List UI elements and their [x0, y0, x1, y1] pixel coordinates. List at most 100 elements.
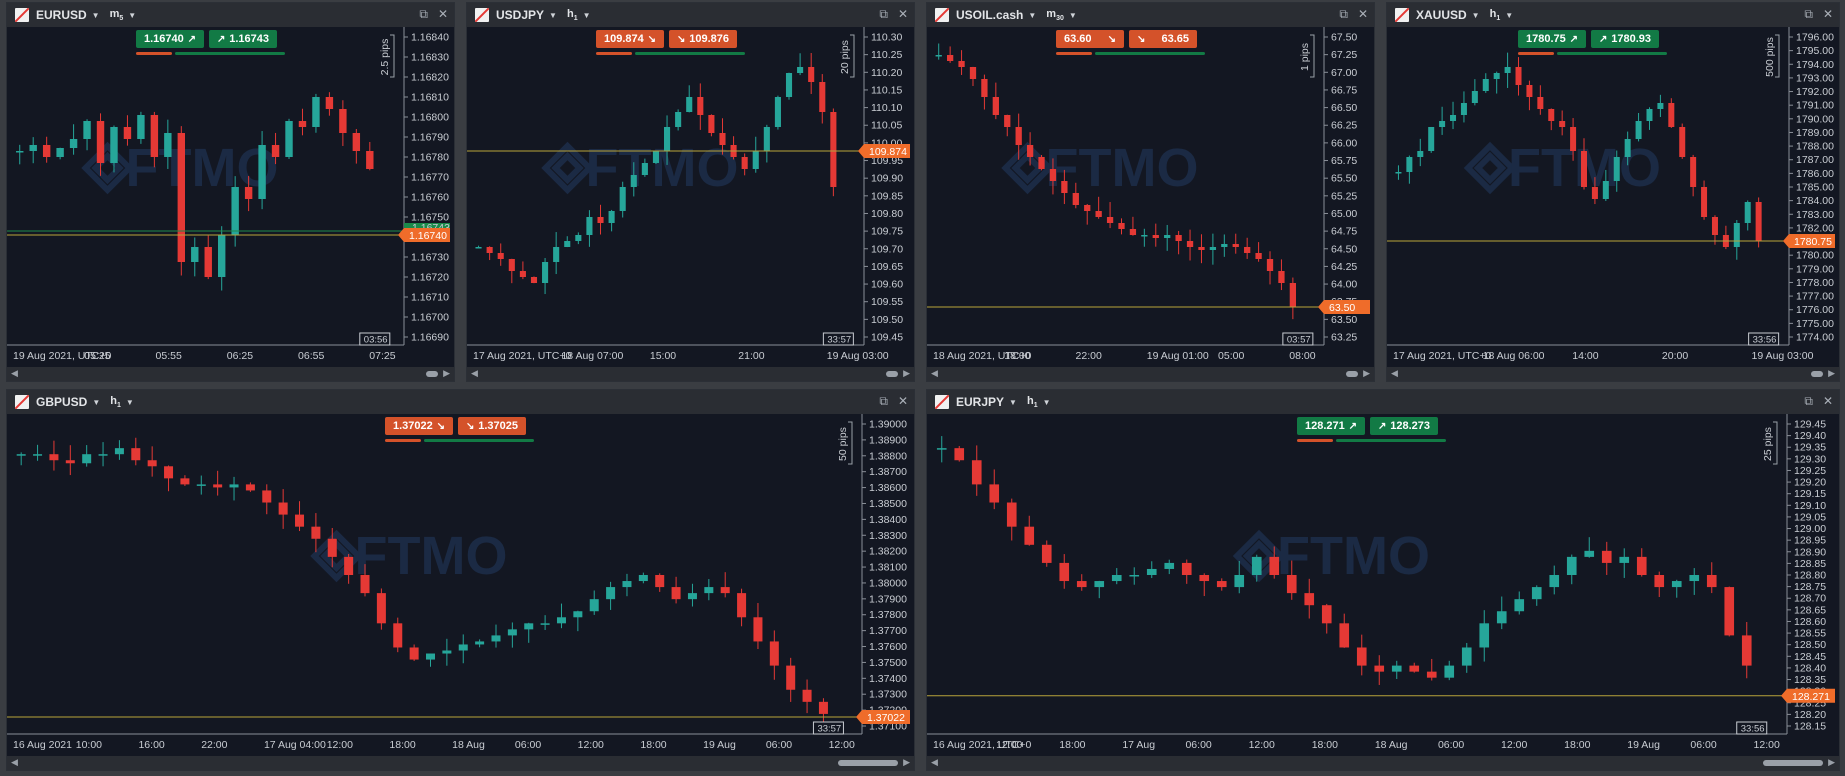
buy-button[interactable]: ↘ 1.37025	[458, 417, 526, 435]
sell-button[interactable]: 63.60 ↘	[1056, 30, 1124, 48]
symbol-selector[interactable]: EURJPY	[956, 395, 1004, 409]
detach-icon[interactable]: ⧉	[879, 394, 888, 409]
chart-panel-xauusd[interactable]: XAUUSD ▼ h1 ▼ ⧉ ✕ FTMO 1796.00 1795.00 1794.00 179…	[1386, 2, 1840, 382]
sell-button[interactable]: 1.37022 ↘	[385, 417, 453, 435]
symbol-selector[interactable]: USDJPY	[496, 8, 544, 22]
symbol-dropdown-icon[interactable]: ▼	[1472, 11, 1480, 20]
symbol-selector[interactable]: USOIL.cash	[956, 8, 1023, 22]
buy-button[interactable]: ↗ 128.273	[1370, 417, 1438, 435]
symbol-selector[interactable]: GBPUSD	[36, 395, 87, 409]
candlestick-chart[interactable]: FTMO1796.001795.001794.001793.001792.001…	[1387, 27, 1839, 367]
symbol-selector[interactable]: XAUUSD	[1416, 8, 1467, 22]
scroll-left-icon[interactable]: ◀	[11, 757, 18, 768]
price-axis-label: 1.16710	[411, 292, 449, 304]
scroll-right-icon[interactable]: ▶	[1828, 757, 1835, 768]
buy-button[interactable]: ↘ 63.65	[1129, 30, 1197, 48]
close-icon[interactable]: ✕	[898, 394, 908, 409]
sell-button[interactable]: 1.16740 ↗	[136, 30, 204, 48]
candle-body	[638, 575, 648, 582]
sell-button[interactable]: 128.271 ↗	[1297, 417, 1365, 435]
scroll-right-icon[interactable]: ▶	[1363, 368, 1370, 379]
chart-panel-eurjpy[interactable]: EURJPY ▼ h1 ▼ ⧉ ✕ FTMO 129.45 129.40 129.35 129.30…	[926, 389, 1840, 771]
close-icon[interactable]: ✕	[438, 7, 448, 22]
buy-button[interactable]: ↘ 109.876	[669, 30, 737, 48]
buy-volume-bar	[1557, 52, 1667, 55]
candlestick-chart[interactable]: FTMO 1.16840 1.16830 1.16820 1.16810 1.16800 1…	[7, 27, 454, 367]
scroll-thumb[interactable]	[1763, 760, 1823, 766]
timeframe-label: h	[1026, 394, 1034, 407]
horizontal-scrollbar[interactable]: ◀ ▶	[1387, 367, 1839, 381]
candle-body	[164, 133, 172, 157]
horizontal-scrollbar[interactable]: ◀ ▶	[7, 756, 914, 770]
timeframe-dropdown-icon[interactable]: ▼	[583, 11, 591, 20]
scroll-left-icon[interactable]: ◀	[11, 368, 18, 379]
close-icon[interactable]: ✕	[1358, 7, 1368, 22]
scroll-left-icon[interactable]: ◀	[1391, 368, 1398, 379]
horizontal-scrollbar[interactable]: ◀ ▶	[7, 367, 454, 381]
symbol-selector[interactable]: EURUSD	[36, 8, 87, 22]
candlestick-chart[interactable]: FTMO 129.45129.40129.35129.30129.25129.20…	[927, 414, 1839, 756]
symbol-dropdown-icon[interactable]: ▼	[1009, 398, 1017, 407]
scroll-thumb[interactable]	[1811, 371, 1823, 377]
scroll-left-icon[interactable]: ◀	[931, 757, 938, 768]
timeframe-dropdown-icon[interactable]: ▼	[1069, 11, 1077, 20]
buy-button[interactable]: ↗ 1780.93	[1591, 30, 1659, 48]
timeframe-selector[interactable]: h1	[1490, 8, 1501, 22]
close-icon[interactable]: ✕	[1823, 394, 1833, 409]
symbol-dropdown-icon[interactable]: ▼	[92, 398, 100, 407]
timeframe-label: h	[566, 7, 574, 20]
sell-button[interactable]: 1780.75 ↗	[1518, 30, 1586, 48]
scroll-right-icon[interactable]: ▶	[903, 757, 910, 768]
detach-icon[interactable]: ⧉	[1339, 7, 1348, 22]
chart-panel-usoil[interactable]: USOIL.cash ▼ m30 ▼ ⧉ ✕ FTMO 67.50 67.25 67.00 66.7…	[926, 2, 1375, 382]
buy-button[interactable]: ↗ 1.16743	[209, 30, 277, 48]
scroll-left-icon[interactable]: ◀	[471, 368, 478, 379]
candlestick-chart[interactable]: FTMO 1.39000 1.38900 1.38800 1.38700 1.38600 1…	[7, 414, 914, 756]
candle-body	[1679, 127, 1686, 157]
timeframe-selector[interactable]: m5	[110, 8, 124, 22]
horizontal-scrollbar[interactable]: ◀ ▶	[927, 756, 1839, 770]
timeframe-selector[interactable]: h1	[567, 8, 578, 22]
timeframe-dropdown-icon[interactable]: ▼	[126, 398, 134, 407]
candlestick-chart[interactable]: FTMO 110.30 110.25 110.20 110.15 110.10 110.05…	[467, 27, 914, 367]
chart-panel-eurusd[interactable]: EURUSD ▼ m5 ▼ ⧉ ✕ FTMO 1.16840 1.16830 1.16820 1.1…	[6, 2, 455, 382]
detach-icon[interactable]: ⧉	[419, 7, 428, 22]
scroll-thumb[interactable]	[1346, 371, 1358, 377]
sell-button[interactable]: 109.874 ↘	[596, 30, 664, 48]
scroll-left-icon[interactable]: ◀	[931, 368, 938, 379]
timeframe-dropdown-icon[interactable]: ▼	[128, 11, 136, 20]
scroll-thumb[interactable]	[426, 371, 438, 377]
timeframe-dropdown-icon[interactable]: ▼	[1505, 11, 1513, 20]
horizontal-scrollbar[interactable]: ◀ ▶	[927, 367, 1374, 381]
price-axis-label: 1784.00	[1796, 195, 1834, 207]
scroll-thumb[interactable]	[886, 371, 898, 377]
timeframe-selector[interactable]: h1	[110, 395, 121, 409]
candle-body	[697, 97, 704, 115]
timeframe-selector[interactable]: h1	[1027, 395, 1038, 409]
symbol-dropdown-icon[interactable]: ▼	[549, 11, 557, 20]
detach-icon[interactable]: ⧉	[1804, 7, 1813, 22]
timeframe-value: 1	[1496, 15, 1501, 23]
symbol-dropdown-icon[interactable]: ▼	[92, 11, 100, 20]
scroll-right-icon[interactable]: ▶	[443, 368, 450, 379]
detach-icon[interactable]: ⧉	[879, 7, 888, 22]
chart-panel-gbpusd[interactable]: GBPUSD ▼ h1 ▼ ⧉ ✕ FTMO 1.39000 1.38900 1.38800 1.3…	[6, 389, 915, 771]
chart-panel-usdjpy[interactable]: USDJPY ▼ h1 ▼ ⧉ ✕ FTMO 110.30 110.25 110.20 110.15…	[466, 2, 915, 382]
horizontal-scrollbar[interactable]: ◀ ▶	[467, 367, 914, 381]
timeframe-selector[interactable]: m30	[1046, 8, 1064, 22]
candle-body	[1570, 127, 1577, 151]
scroll-right-icon[interactable]: ▶	[1828, 368, 1835, 379]
detach-icon[interactable]: ⧉	[1804, 394, 1813, 409]
close-icon[interactable]: ✕	[1823, 7, 1833, 22]
close-icon[interactable]: ✕	[898, 7, 908, 22]
candle-body	[1537, 97, 1544, 109]
time-axis-label: 17 Aug 04:00	[264, 739, 326, 751]
watermark-text: FTMO	[1277, 526, 1430, 586]
candlestick-chart[interactable]: FTMO 67.50 67.25 67.00 66.75 66.50 66.25 66.00 6…	[927, 27, 1374, 367]
timeframe-dropdown-icon[interactable]: ▼	[1043, 398, 1051, 407]
scroll-right-icon[interactable]: ▶	[903, 368, 910, 379]
scroll-thumb[interactable]	[838, 760, 898, 766]
candle-body	[752, 151, 759, 169]
candle-body	[29, 145, 37, 151]
symbol-dropdown-icon[interactable]: ▼	[1028, 11, 1036, 20]
